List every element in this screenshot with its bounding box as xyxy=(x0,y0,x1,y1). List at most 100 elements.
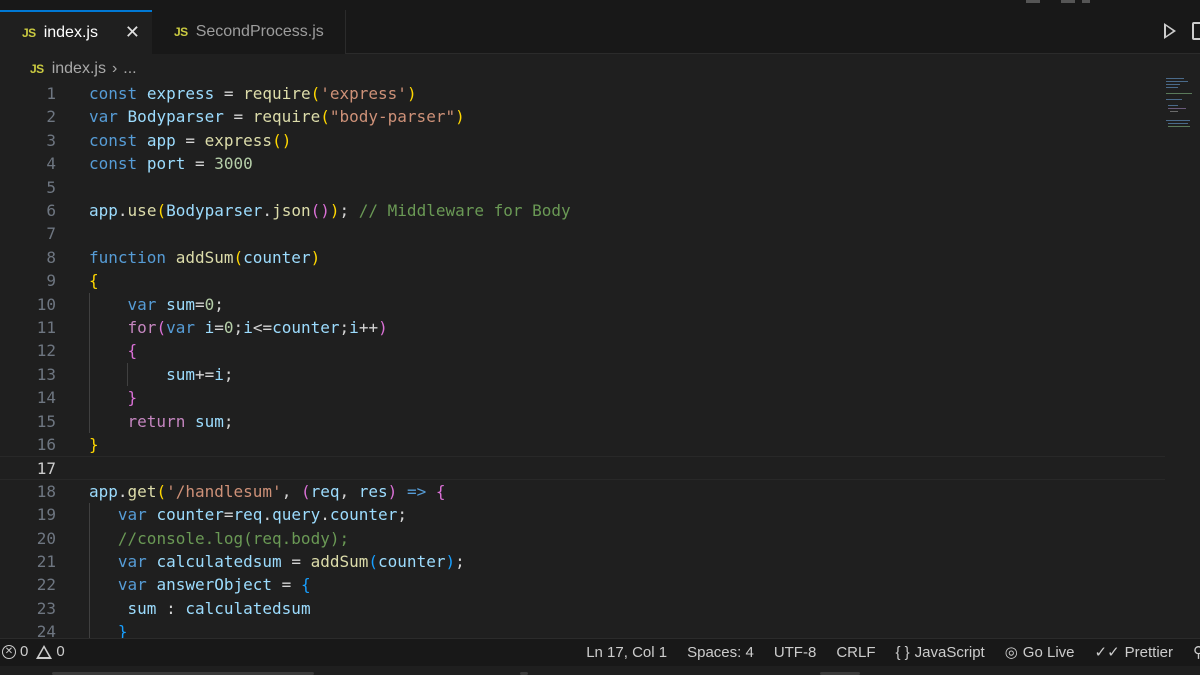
code-token: ( xyxy=(156,201,167,220)
code-token: counter xyxy=(243,247,311,267)
code-line[interactable]: 3 const app = express() xyxy=(0,129,1165,152)
code-line[interactable]: 13 sum+=i; xyxy=(0,363,1165,386)
code-line[interactable]: 11 for(var i=0;i<=counter;i++) xyxy=(0,316,1165,339)
code-line[interactable]: 9{ xyxy=(0,269,1165,292)
code-line[interactable]: 6 app.use(Bodyparser.json()); // Middlewa… xyxy=(0,199,1165,222)
line-number: 8 xyxy=(46,247,56,267)
code-token: i xyxy=(349,318,359,337)
code-token: ; xyxy=(233,318,244,337)
code-token: = xyxy=(272,575,301,595)
code-line[interactable]: 2 var Bodyparser = require("body-parser") xyxy=(0,105,1165,128)
code-line[interactable]: 19 var counter=req.query.counter; xyxy=(0,503,1165,526)
code-line[interactable]: 14 } xyxy=(0,386,1165,409)
code-token: . xyxy=(117,201,128,220)
code-line[interactable]: 15 return sum; xyxy=(0,410,1165,433)
code-token: i xyxy=(214,364,224,384)
code-token: } xyxy=(127,388,138,408)
code-line[interactable]: 17 xyxy=(0,456,1165,480)
code-line[interactable]: 8 function addSum(counter) xyxy=(0,246,1165,269)
code-token: const xyxy=(89,154,138,174)
breadcrumb-file[interactable]: index.js xyxy=(52,60,106,78)
problems-indicator[interactable]: ✕ 0 0 xyxy=(2,643,65,660)
code-line[interactable]: 16} xyxy=(0,433,1165,456)
line-number: 11 xyxy=(36,318,56,337)
line-number: 5 xyxy=(46,177,56,197)
javascript-file-icon: JS xyxy=(174,25,188,39)
code-token: { xyxy=(300,575,311,595)
split-editor-icon[interactable] xyxy=(1192,22,1200,40)
code-line[interactable]: 12 { xyxy=(0,339,1165,362)
code-token: = xyxy=(223,505,234,525)
code-line[interactable]: 7 xyxy=(0,222,1165,245)
code-token: sum xyxy=(166,294,195,314)
code-token: ( xyxy=(300,481,311,501)
code-token: } xyxy=(117,622,128,638)
line-ending[interactable]: CRLF xyxy=(836,644,875,661)
code-line[interactable]: 4 const port = 3000 xyxy=(0,152,1165,175)
code-token: counter xyxy=(329,505,398,525)
minimize-icon[interactable] xyxy=(1026,0,1040,3)
tab-index-js[interactable]: JS index.js ✕ xyxy=(0,10,152,54)
code-line[interactable]: 21 var calculatedsum = addSum(counter); xyxy=(0,550,1165,573)
code-token: res xyxy=(358,481,388,501)
line-number: 4 xyxy=(46,154,56,174)
encoding[interactable]: UTF-8 xyxy=(774,644,817,661)
line-number: 10 xyxy=(36,294,56,314)
code-token: calculatedsum xyxy=(156,552,282,571)
code-token: () xyxy=(310,201,330,220)
tab-secondprocess-js[interactable]: JS SecondProcess.js xyxy=(152,10,346,54)
code-token: ) xyxy=(387,481,398,501)
run-icon[interactable] xyxy=(1164,23,1176,39)
code-editor[interactable]: 1 const express = require('express') 2 var … xyxy=(0,82,1200,638)
restore-icon[interactable] xyxy=(1082,0,1090,3)
code-token: = xyxy=(194,294,205,314)
code-line[interactable]: 18 app.get('/handlesum', (req, res) => { xyxy=(0,480,1165,503)
javascript-file-icon: JS xyxy=(30,62,44,76)
code-token: require xyxy=(252,107,321,127)
go-live-button[interactable]: ◎ Go Live xyxy=(1005,643,1075,662)
accounts-icon[interactable]: ⚲ xyxy=(1193,643,1200,661)
code-line[interactable]: 1 const express = require('express') xyxy=(0,82,1165,105)
close-icon[interactable]: ✕ xyxy=(125,23,140,41)
code-token: use xyxy=(127,201,157,220)
cursor-position[interactable]: Ln 17, Col 1 xyxy=(586,644,667,661)
line-number: 19 xyxy=(36,505,56,525)
line-number: 1 xyxy=(46,84,56,103)
code-token: ) xyxy=(406,84,417,103)
maximize-icon[interactable] xyxy=(1061,0,1075,3)
code-token: const xyxy=(89,84,138,103)
indentation[interactable]: Spaces: 4 xyxy=(687,644,754,661)
code-line[interactable]: 10 var sum=0; xyxy=(0,293,1165,316)
code-token: counter xyxy=(272,318,340,337)
code-token: ; xyxy=(223,364,234,384)
line-number: 21 xyxy=(36,552,56,571)
code-token: get xyxy=(127,481,157,501)
code-line[interactable]: 23 sum : calculatedsum xyxy=(0,597,1165,620)
code-token: 0 xyxy=(223,318,234,337)
code-token: query xyxy=(272,505,321,525)
prettier-button[interactable]: ✓✓ Prettier xyxy=(1095,643,1174,662)
code-line[interactable]: 5 xyxy=(0,176,1165,199)
code-token: ; xyxy=(214,294,224,314)
code-line[interactable]: 24 } xyxy=(0,620,1165,638)
code-token: require xyxy=(243,84,311,103)
minimap[interactable] xyxy=(1166,78,1200,128)
code-line[interactable]: 22 var answerObject = { xyxy=(0,573,1165,596)
error-count: 0 xyxy=(20,643,29,660)
code-token: ; xyxy=(339,201,359,220)
tab-label: index.js xyxy=(43,24,98,41)
code-text: for(var i=0;i<=counter;i++) xyxy=(89,316,388,339)
code-token: 3000 xyxy=(214,154,253,174)
breadcrumb-symbols[interactable]: ... xyxy=(123,60,136,78)
language-mode[interactable]: { } JavaScript xyxy=(895,644,984,661)
code-line[interactable]: 20 //console.log(req.body); xyxy=(0,527,1165,550)
chevron-right-icon: › xyxy=(111,60,118,77)
